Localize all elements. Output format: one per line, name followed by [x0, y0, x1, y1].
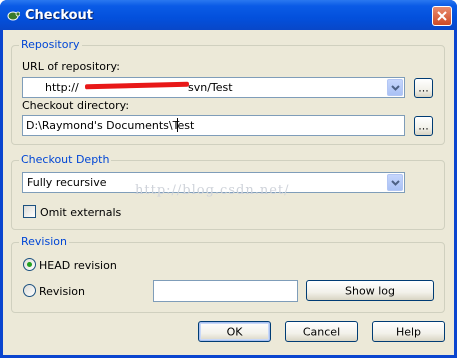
revision-input[interactable] [153, 280, 298, 302]
title-bar[interactable]: Checkout [0, 0, 457, 30]
omit-externals-label[interactable]: Omit externals [40, 206, 121, 219]
radio-selected-dot [27, 262, 32, 267]
checkout-dir-value: D:\Raymond's Documents\Test [26, 119, 195, 132]
checkout-depth-legend: Checkout Depth [19, 153, 112, 167]
tortoise-svn-icon [7, 11, 20, 21]
cancel-button[interactable]: Cancel [285, 321, 358, 342]
omit-externals-checkbox[interactable] [23, 205, 36, 218]
head-revision-label[interactable]: HEAD revision [39, 259, 117, 272]
cancel-label: Cancel [302, 325, 341, 338]
url-browse-label: ... [418, 81, 429, 95]
help-button[interactable]: Help [372, 321, 445, 342]
url-suffix: svn/Test [188, 81, 233, 94]
url-dropdown-button[interactable] [387, 79, 403, 96]
help-label: Help [395, 325, 422, 338]
show-log-label: Show log [345, 284, 395, 297]
ok-button[interactable]: OK [198, 321, 271, 342]
dir-browse-label: ... [418, 119, 429, 133]
url-label: URL of repository: [22, 60, 120, 73]
text-caret [177, 118, 178, 132]
checkout-dir-input[interactable]: D:\Raymond's Documents\Test [22, 115, 405, 136]
url-prefix: http:// [45, 81, 79, 94]
revision-radio[interactable] [23, 284, 36, 297]
dialog-body: Repository URL of repository: http:// sv… [3, 30, 454, 355]
revision-label[interactable]: Revision [39, 285, 85, 298]
show-log-button[interactable]: Show log [306, 280, 434, 301]
chevron-down-icon [391, 180, 400, 186]
url-browse-button[interactable]: ... [414, 78, 433, 98]
ok-label: OK [226, 325, 243, 338]
window-title: Checkout [25, 8, 94, 23]
chevron-down-icon [391, 85, 400, 91]
checkout-dir-label: Checkout directory: [22, 99, 130, 112]
repository-group: Repository URL of repository: http:// sv… [11, 38, 445, 145]
repository-legend: Repository [19, 38, 82, 52]
url-combobox[interactable]: http:// svn/Test [22, 77, 405, 98]
dir-browse-button[interactable]: ... [414, 116, 433, 136]
depth-combobox[interactable]: Fully recursive [22, 172, 405, 193]
depth-dropdown-button[interactable] [387, 174, 403, 191]
head-revision-radio[interactable] [23, 258, 36, 271]
checkout-depth-group: Checkout Depth Fully recursive Omit exte… [11, 153, 445, 230]
close-button[interactable] [432, 6, 452, 26]
revision-legend: Revision [19, 235, 69, 249]
checkout-dialog: Checkout Repository URL of repository: h… [0, 0, 457, 358]
close-icon [437, 11, 447, 21]
url-redaction [84, 81, 190, 90]
revision-group: Revision HEAD revision Revision Show log [11, 235, 445, 313]
depth-selected: Fully recursive [27, 176, 107, 189]
